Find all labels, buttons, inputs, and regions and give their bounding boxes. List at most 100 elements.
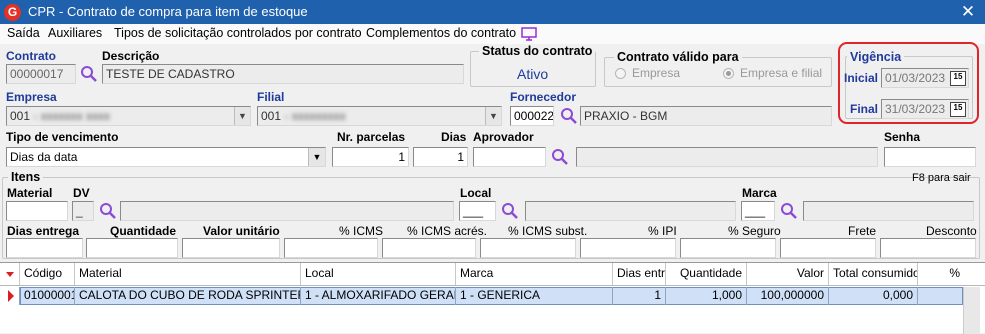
- fornecedor-name-field: PRAXIO - BGM: [580, 106, 832, 126]
- contrato-field[interactable]: 00000017: [6, 64, 76, 84]
- radio-empresa-filial[interactable]: [723, 68, 734, 79]
- cell-codigo: 01000001: [20, 287, 75, 305]
- empresa-combo[interactable]: 001 - xxxxxxx xxxx: [6, 106, 251, 126]
- monitor-icon[interactable]: [521, 27, 537, 41]
- calendar-final-icon[interactable]: 15: [950, 102, 966, 117]
- local-label: Local: [460, 186, 492, 200]
- ipi-field[interactable]: [580, 238, 676, 258]
- dv-field: _: [72, 201, 94, 221]
- senha-field[interactable]: [884, 147, 976, 167]
- vigencia-label: Vigência: [847, 50, 905, 64]
- calendar-inicial-icon[interactable]: 15: [950, 71, 966, 86]
- material-field[interactable]: [6, 201, 68, 221]
- icms-field[interactable]: [284, 238, 378, 258]
- col-total-consumido[interactable]: Total consumido: [829, 263, 918, 285]
- search-material-icon[interactable]: [99, 202, 117, 220]
- status-label: Status do contrato: [479, 44, 596, 58]
- nr-parcelas-label: Nr. parcelas: [337, 130, 406, 144]
- vigencia-final-label: Final: [850, 102, 879, 116]
- col-valor[interactable]: Valor: [747, 263, 829, 285]
- close-icon[interactable]: ✕: [957, 0, 979, 24]
- desconto-field[interactable]: [880, 238, 976, 258]
- search-aprovador-icon[interactable]: [551, 148, 569, 166]
- sort-indicator-icon[interactable]: [0, 263, 20, 285]
- quantidade-field[interactable]: [86, 238, 178, 258]
- col-percent[interactable]: %: [918, 263, 964, 285]
- tipo-vencimento-label: Tipo de vencimento: [6, 130, 119, 144]
- window-title: CPR - Contrato de compra para item de es…: [28, 4, 308, 19]
- frete-field[interactable]: [780, 238, 876, 258]
- local-field[interactable]: ___: [459, 201, 496, 221]
- status-value: Ativo: [517, 66, 549, 82]
- dias-field[interactable]: 1: [413, 147, 468, 167]
- cell-percent: [918, 287, 963, 305]
- radio-empresa-label: Empresa: [632, 66, 681, 80]
- dias-entrega-label: Dias entrega: [7, 224, 80, 238]
- fornecedor-label: Fornecedor: [510, 90, 577, 104]
- menu-bar: Saída Auxiliares Tipos de solicitação co…: [0, 24, 985, 44]
- menu-auxiliares[interactable]: Auxiliares: [48, 26, 102, 40]
- valido-para-label: Contrato válido para: [614, 50, 742, 64]
- marca-field[interactable]: ___: [741, 201, 775, 221]
- filial-combo[interactable]: 001 - xxxxxxxxx: [257, 106, 502, 126]
- cell-valor: 100,000000: [747, 287, 829, 305]
- col-dias-entr[interactable]: Dias entr.: [613, 263, 666, 285]
- menu-complementos[interactable]: Complementos do contrato: [366, 26, 516, 40]
- dias-entrega-field[interactable]: [6, 238, 83, 258]
- chevron-down-icon[interactable]: ▼: [234, 107, 250, 125]
- chevron-down-icon[interactable]: ▼: [485, 107, 501, 125]
- icms-subst-label: % ICMS subst.: [508, 224, 588, 238]
- ipi-label: % IPI: [648, 224, 677, 238]
- empresa-name-blurred: - xxxxxxx xxxx: [33, 109, 111, 123]
- empresa-value: 001: [10, 109, 31, 123]
- itens-label: Itens: [8, 170, 44, 184]
- cell-dias-entr: 1: [613, 287, 666, 305]
- material-label: Material: [7, 186, 53, 200]
- col-local[interactable]: Local: [301, 263, 456, 285]
- grid-scrollbar[interactable]: [963, 287, 980, 334]
- nr-parcelas-field[interactable]: 1: [332, 147, 409, 167]
- menu-saida[interactable]: Saída: [7, 26, 40, 40]
- fornecedor-code-field[interactable]: 000022: [510, 106, 554, 126]
- title-bar: G CPR - Contrato de compra para item de …: [0, 0, 985, 24]
- desconto-label: Desconto: [926, 224, 977, 238]
- table-row[interactable]: 01000001 CALOTA DO CUBO DE RODA SPRINTER…: [0, 287, 963, 306]
- dias-label: Dias: [441, 130, 467, 144]
- col-codigo[interactable]: Código: [20, 263, 75, 285]
- cell-total-consumido: 0,000: [829, 287, 918, 305]
- senha-label: Senha: [884, 130, 921, 144]
- vigencia-inicial-label: Inicial: [844, 71, 879, 85]
- valor-unitario-label: Valor unitário: [203, 224, 280, 238]
- search-fornecedor-icon[interactable]: [560, 107, 578, 125]
- filial-value: 001: [261, 109, 282, 123]
- aprovador-name-field: [576, 147, 878, 167]
- search-marca-icon[interactable]: [780, 202, 798, 220]
- tipo-vencimento-combo[interactable]: Dias da data: [6, 147, 326, 167]
- col-quantidade[interactable]: Quantidade: [666, 263, 747, 285]
- menu-tipos-solicitacao[interactable]: Tipos de solicitação controlados por con…: [114, 26, 362, 40]
- frete-label: Frete: [848, 224, 877, 238]
- filial-name-blurred: - xxxxxxxxx: [284, 109, 346, 123]
- icms-subst-field[interactable]: [480, 238, 576, 258]
- app-logo-icon: G: [4, 4, 21, 21]
- valor-unitario-field[interactable]: [182, 238, 280, 258]
- col-marca[interactable]: Marca: [456, 263, 613, 285]
- marca-label: Marca: [742, 186, 777, 200]
- chevron-down-icon[interactable]: ▼: [308, 148, 325, 166]
- icms-acres-field[interactable]: [382, 238, 476, 258]
- search-contrato-icon[interactable]: [80, 65, 98, 83]
- local-desc-field: [525, 201, 736, 221]
- search-local-icon[interactable]: [501, 202, 519, 220]
- filial-label: Filial: [257, 90, 285, 104]
- seguro-field[interactable]: [680, 238, 776, 258]
- marca-desc-field: [803, 201, 974, 221]
- icms-label: % ICMS: [339, 224, 384, 238]
- descricao-field[interactable]: TESTE DE CADASTRO: [102, 64, 464, 84]
- dv-label: DV: [73, 186, 90, 200]
- radio-empresa[interactable]: [615, 68, 626, 79]
- aprovador-field[interactable]: [473, 147, 546, 167]
- row-pointer-icon: [0, 287, 20, 305]
- radio-empresa-filial-label: Empresa e filial: [740, 66, 823, 80]
- grid-header: Código Material Local Marca Dias entr. Q…: [0, 263, 985, 286]
- col-material[interactable]: Material: [75, 263, 301, 285]
